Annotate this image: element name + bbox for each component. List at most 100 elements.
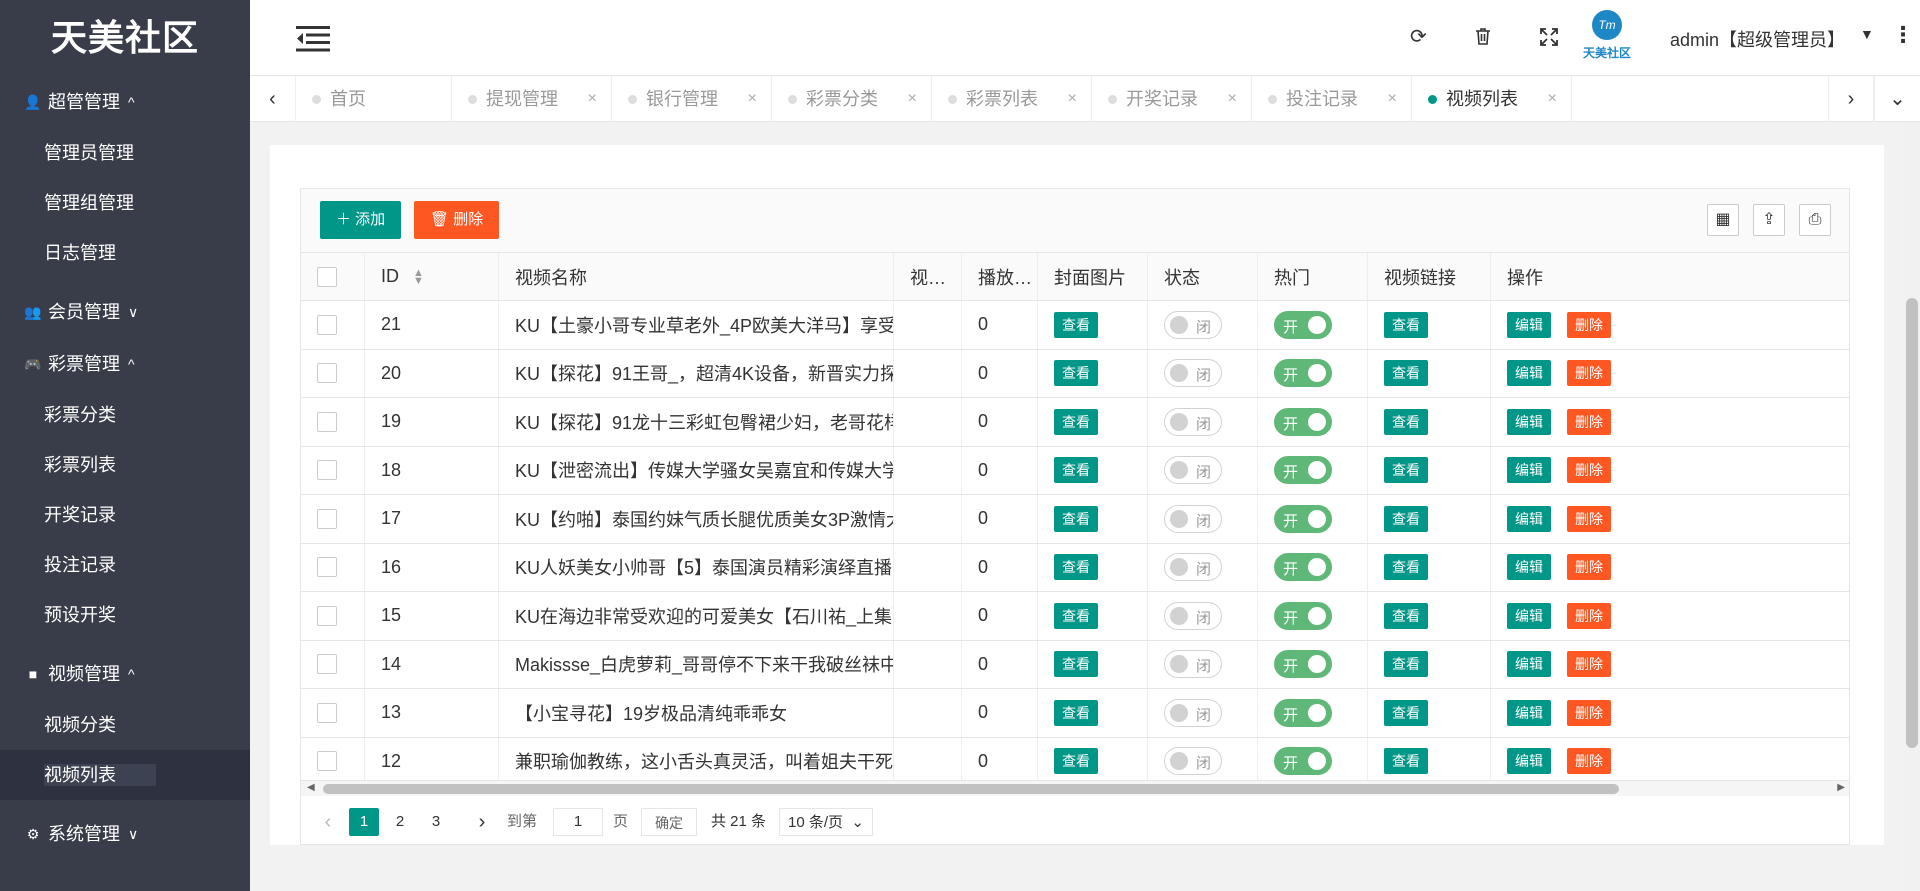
select-all-checkbox[interactable] bbox=[317, 266, 337, 287]
edit-button[interactable]: 编辑 bbox=[1507, 699, 1551, 726]
tab-1[interactable]: 提现管理 × bbox=[452, 76, 612, 122]
row-checkbox[interactable] bbox=[317, 411, 337, 432]
row-checkbox[interactable] bbox=[317, 605, 337, 626]
status-switch[interactable]: 闭 bbox=[1164, 698, 1222, 727]
row-checkbox[interactable] bbox=[317, 751, 337, 772]
edit-button[interactable]: 编辑 bbox=[1507, 651, 1551, 678]
close-icon[interactable]: × bbox=[908, 76, 917, 122]
view-link-button[interactable]: 查看 bbox=[1384, 457, 1428, 484]
tab-scroll-right-icon[interactable]: › bbox=[1828, 76, 1874, 122]
page-vertical-scrollbar[interactable] bbox=[1904, 122, 1920, 891]
status-switch[interactable]: 闭 bbox=[1164, 310, 1222, 339]
hot-switch[interactable]: 开 bbox=[1274, 601, 1332, 630]
user-name[interactable]: admin【超级管理员】 bbox=[1670, 26, 1845, 52]
delete-row-button[interactable]: 删除 bbox=[1567, 505, 1611, 532]
hot-switch[interactable]: 开 bbox=[1274, 747, 1332, 776]
delete-row-button[interactable]: 删除 bbox=[1567, 311, 1611, 338]
fullscreen-icon[interactable] bbox=[1540, 28, 1558, 46]
tab-0[interactable]: 首页 bbox=[296, 76, 452, 122]
row-checkbox[interactable] bbox=[317, 557, 337, 578]
sort-icon[interactable]: ▲ ▼ bbox=[413, 267, 424, 286]
sidebar-group-2[interactable]: 🎮 彩票管理 ^ bbox=[0, 338, 250, 390]
view-cover-button[interactable]: 查看 bbox=[1054, 602, 1098, 629]
delete-row-button[interactable]: 删除 bbox=[1567, 651, 1611, 678]
close-icon[interactable]: × bbox=[1068, 76, 1077, 122]
view-cover-button[interactable]: 查看 bbox=[1054, 699, 1098, 726]
edit-button[interactable]: 编辑 bbox=[1507, 311, 1551, 338]
status-switch[interactable]: 闭 bbox=[1164, 553, 1222, 582]
tab-5[interactable]: 开奖记录 × bbox=[1092, 76, 1252, 122]
sidebar-group-3[interactable]: ■ 视频管理 ^ bbox=[0, 648, 250, 700]
row-checkbox[interactable] bbox=[317, 702, 337, 723]
view-cover-button[interactable]: 查看 bbox=[1054, 651, 1098, 678]
edit-button[interactable]: 编辑 bbox=[1507, 602, 1551, 629]
tab-scroll-left-icon[interactable]: ‹ bbox=[250, 76, 296, 122]
user-avatar[interactable]: Tm 天美社区 bbox=[1580, 10, 1634, 64]
delete-row-button[interactable]: 删除 bbox=[1567, 554, 1611, 581]
edit-button[interactable]: 编辑 bbox=[1507, 505, 1551, 532]
horizontal-scrollbar[interactable]: ◀ ▶ bbox=[301, 780, 1849, 796]
sidebar-group-1[interactable]: 👥 会员管理 ∨ bbox=[0, 286, 250, 338]
column-header[interactable]: ID ▲ ▼ bbox=[365, 253, 499, 300]
sidebar-group-0[interactable]: 👤 超管管理 ^ bbox=[0, 76, 250, 128]
view-link-button[interactable]: 查看 bbox=[1384, 699, 1428, 726]
delete-row-button[interactable]: 删除 bbox=[1567, 360, 1611, 387]
hot-switch[interactable]: 开 bbox=[1274, 553, 1332, 582]
row-checkbox[interactable] bbox=[317, 314, 337, 335]
sidebar-item-2-3[interactable]: 投注记录 bbox=[0, 540, 250, 590]
columns-filter-icon[interactable]: ▦ bbox=[1707, 204, 1739, 236]
close-icon[interactable]: × bbox=[1548, 76, 1557, 122]
hot-switch[interactable]: 开 bbox=[1274, 456, 1332, 485]
tab-menu-chevron-down-icon[interactable]: ⌄ bbox=[1874, 76, 1920, 122]
delete-row-button[interactable]: 删除 bbox=[1567, 457, 1611, 484]
status-switch[interactable]: 闭 bbox=[1164, 359, 1222, 388]
status-switch[interactable]: 闭 bbox=[1164, 747, 1222, 776]
status-switch[interactable]: 闭 bbox=[1164, 601, 1222, 630]
sidebar-item-0-1[interactable]: 管理组管理 bbox=[0, 178, 250, 228]
tab-7[interactable]: 视频列表 × bbox=[1412, 76, 1572, 122]
collapse-menu-icon[interactable] bbox=[296, 26, 330, 52]
add-button[interactable]: ＋ 添加 bbox=[320, 201, 402, 239]
view-cover-button[interactable]: 查看 bbox=[1054, 554, 1098, 581]
view-cover-button[interactable]: 查看 bbox=[1054, 505, 1098, 532]
page-number-1[interactable]: 1 bbox=[349, 808, 379, 836]
vertical-scroll-thumb[interactable] bbox=[1906, 298, 1918, 748]
close-icon[interactable]: × bbox=[1388, 76, 1397, 122]
print-icon[interactable]: ⎙ bbox=[1799, 204, 1831, 236]
more-vertical-icon[interactable]: ⋮ bbox=[1892, 22, 1914, 48]
row-checkbox[interactable] bbox=[317, 654, 337, 675]
hot-switch[interactable]: 开 bbox=[1274, 359, 1332, 388]
edit-button[interactable]: 编辑 bbox=[1507, 360, 1551, 387]
delete-row-button[interactable]: 删除 bbox=[1567, 602, 1611, 629]
trash-icon[interactable] bbox=[1475, 27, 1491, 45]
user-dropdown-icon[interactable]: ▼ bbox=[1860, 26, 1874, 42]
goto-confirm-button[interactable]: 确定 bbox=[641, 808, 697, 836]
view-link-button[interactable]: 查看 bbox=[1384, 311, 1428, 338]
view-link-button[interactable]: 查看 bbox=[1384, 554, 1428, 581]
scroll-right-icon[interactable]: ▶ bbox=[1837, 782, 1845, 793]
tab-4[interactable]: 彩票列表 × bbox=[932, 76, 1092, 122]
prev-page-icon[interactable]: ‹ bbox=[315, 808, 341, 836]
row-checkbox[interactable] bbox=[317, 508, 337, 529]
sidebar-item-2-2[interactable]: 开奖记录 bbox=[0, 490, 250, 540]
row-checkbox[interactable] bbox=[317, 363, 337, 384]
sidebar-item-3-0[interactable]: 视频分类 bbox=[0, 700, 250, 750]
sidebar-item-3-1[interactable]: 视频列表 bbox=[0, 750, 250, 800]
edit-button[interactable]: 编辑 bbox=[1507, 748, 1551, 775]
status-switch[interactable]: 闭 bbox=[1164, 650, 1222, 679]
view-link-button[interactable]: 查看 bbox=[1384, 360, 1428, 387]
scroll-left-icon[interactable]: ◀ bbox=[307, 782, 315, 793]
close-icon[interactable]: × bbox=[588, 76, 597, 122]
view-link-button[interactable]: 查看 bbox=[1384, 408, 1428, 435]
horizontal-scroll-thumb[interactable] bbox=[323, 784, 1619, 794]
hot-switch[interactable]: 开 bbox=[1274, 407, 1332, 436]
delete-row-button[interactable]: 删除 bbox=[1567, 748, 1611, 775]
sidebar-item-2-1[interactable]: 彩票列表 bbox=[0, 440, 250, 490]
tab-3[interactable]: 彩票分类 × bbox=[772, 76, 932, 122]
edit-button[interactable]: 编辑 bbox=[1507, 408, 1551, 435]
view-cover-button[interactable]: 查看 bbox=[1054, 311, 1098, 338]
delete-row-button[interactable]: 删除 bbox=[1567, 408, 1611, 435]
status-switch[interactable]: 闭 bbox=[1164, 407, 1222, 436]
hot-switch[interactable]: 开 bbox=[1274, 310, 1332, 339]
hot-switch[interactable]: 开 bbox=[1274, 698, 1332, 727]
